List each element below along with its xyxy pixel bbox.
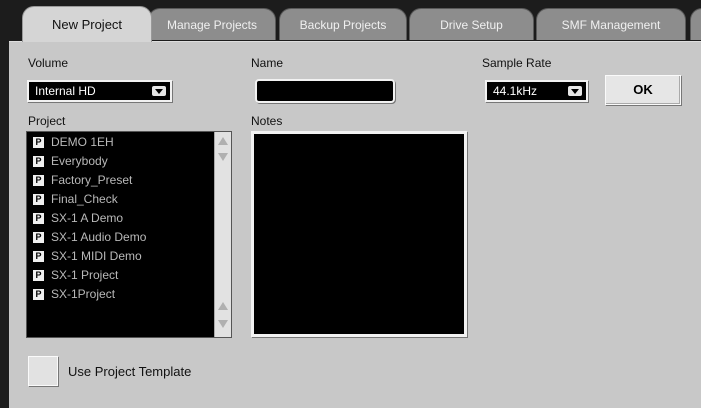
project-list[interactable]: P DEMO 1EH P Everybody P Factory_Preset P Fi…: [26, 131, 232, 338]
list-item[interactable]: P SX-1Project: [33, 285, 115, 303]
scroll-down-icon[interactable]: [218, 320, 228, 328]
project-file-icon: P: [33, 174, 44, 186]
list-item[interactable]: P Factory_Preset: [33, 171, 132, 189]
project-file-icon: P: [33, 193, 44, 205]
scroll-up-icon[interactable]: [218, 302, 228, 310]
tab-overflow[interactable]: [690, 8, 701, 40]
tab-new-project[interactable]: New Project: [22, 6, 152, 42]
scroll-down-icon[interactable]: [218, 153, 228, 161]
use-project-template-checkbox[interactable]: [28, 356, 58, 386]
tab-backup-projects[interactable]: Backup Projects: [279, 8, 407, 40]
project-list-scrollbar[interactable]: [214, 132, 231, 337]
name-label: Name: [251, 56, 284, 70]
use-project-template-label: Use Project Template: [68, 364, 192, 379]
notes-label: Notes: [251, 114, 283, 128]
list-item[interactable]: P Final_Check: [33, 190, 118, 208]
ok-button[interactable]: OK: [605, 75, 681, 105]
list-item[interactable]: P Everybody: [33, 152, 108, 170]
list-item[interactable]: P SX-1 A Demo: [33, 209, 123, 227]
project-file-icon: P: [33, 136, 44, 148]
list-item[interactable]: P SX-1 MIDI Demo: [33, 247, 142, 265]
tab-smf-management[interactable]: SMF Management: [536, 8, 686, 40]
list-item[interactable]: P DEMO 1EH: [33, 133, 114, 151]
project-file-icon: P: [33, 231, 44, 243]
sample-rate-dropdown[interactable]: 44.1kHz: [485, 80, 588, 102]
project-file-icon: P: [33, 269, 44, 281]
project-file-icon: P: [33, 250, 44, 262]
project-file-icon: P: [33, 155, 44, 167]
list-item[interactable]: P SX-1 Project: [33, 266, 118, 284]
dropdown-arrow-icon: [568, 86, 582, 96]
tab-drive-setup[interactable]: Drive Setup: [409, 8, 534, 40]
project-file-icon: P: [33, 288, 44, 300]
name-input[interactable]: [255, 79, 395, 103]
volume-dropdown[interactable]: Internal HD: [27, 80, 172, 102]
volume-value: Internal HD: [35, 84, 96, 98]
scroll-up-icon[interactable]: [218, 137, 228, 145]
tab-manage-projects[interactable]: Manage Projects: [148, 8, 276, 40]
tab-bar: New Project Manage Projects Backup Proje…: [0, 0, 701, 42]
list-item[interactable]: P SX-1 Audio Demo: [33, 228, 146, 246]
volume-label: Volume: [28, 56, 69, 70]
sample-rate-value: 44.1kHz: [493, 84, 538, 98]
new-project-panel: Volume Internal HD Name Sample Rate 44.1…: [9, 41, 701, 408]
notes-textarea[interactable]: [251, 131, 467, 337]
project-file-icon: P: [33, 212, 44, 224]
sample-rate-label: Sample Rate: [482, 56, 552, 70]
project-label: Project: [28, 114, 66, 128]
dropdown-arrow-icon: [152, 86, 166, 96]
